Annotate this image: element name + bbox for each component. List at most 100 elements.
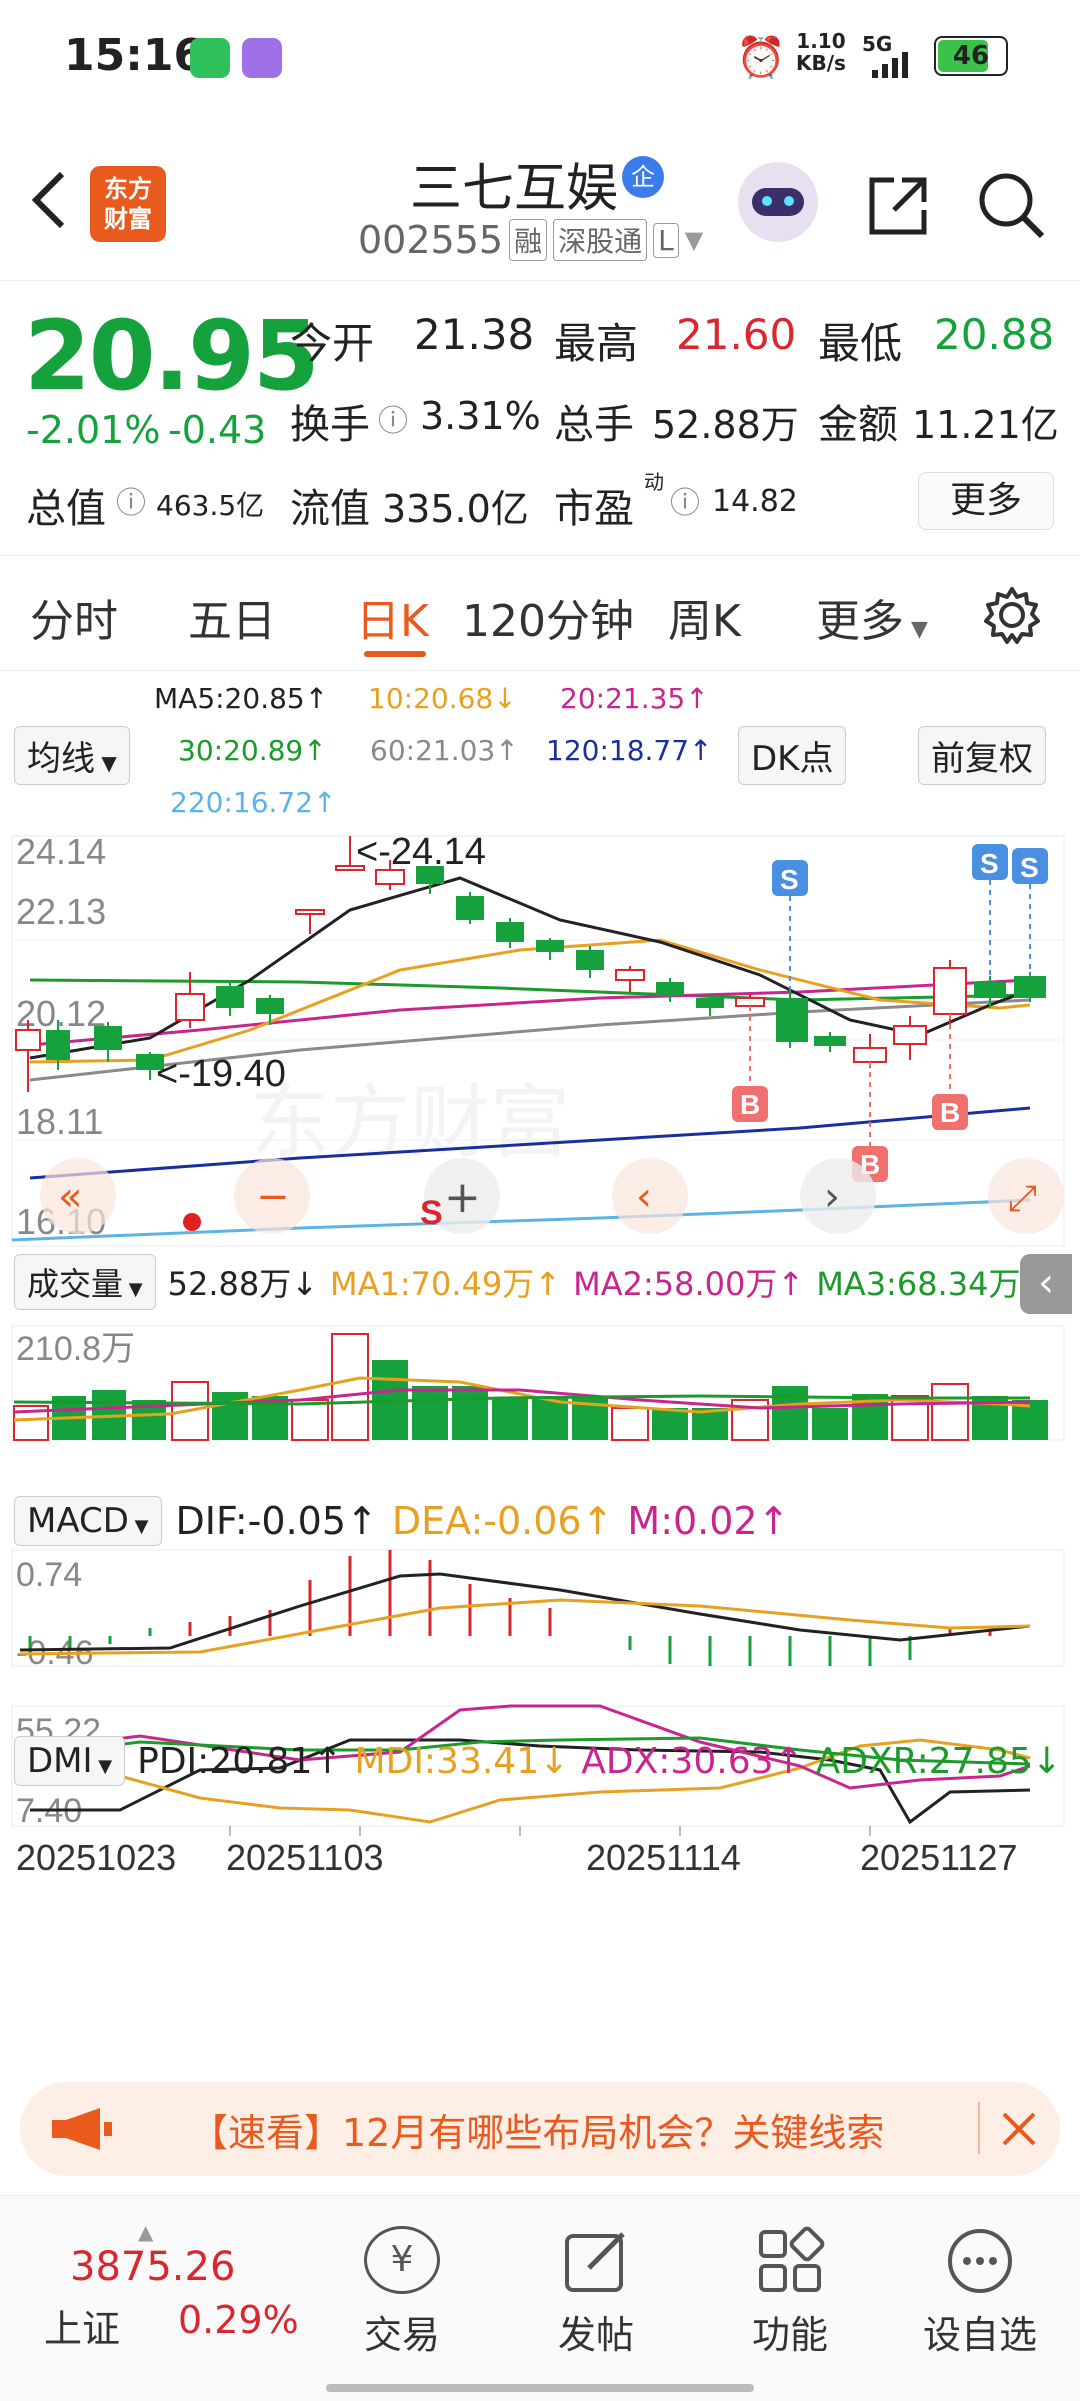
forward-adjust-button[interactable]: 前复权 (918, 726, 1046, 785)
macd-y-top: 0.74 (16, 1556, 82, 1594)
home-indicator (326, 2384, 754, 2392)
open-label: 今开 (290, 319, 375, 368)
x-axis-ticks (229, 1826, 871, 1836)
y-label-top: 24.14 (16, 831, 106, 872)
mcap-label: 总值 (26, 486, 106, 532)
mcap-value: 463.5亿 (156, 489, 265, 522)
promo-banner[interactable]: 【速看】12月有哪些布局机会？关键线索 (20, 2082, 1060, 2176)
share-icon[interactable] (864, 172, 932, 240)
float-value: 335.0亿 (382, 487, 529, 531)
more-dots-icon (948, 2229, 1012, 2293)
high-label: 最高 (554, 319, 639, 368)
kline-chart-area[interactable]: 东方财富 24.14 22.13 20.12 18.11 16.10 (0, 830, 1080, 2050)
low-annotation: <-19.40 (156, 1053, 286, 1095)
scroll-right-icon: › (824, 1174, 840, 1220)
ma-selector[interactable]: 均线 ▼ (14, 726, 130, 785)
zoom-in-icon: + (444, 1172, 481, 1223)
x-label-3: 20251114 (586, 1837, 741, 1878)
watermark: 东方财富 (250, 1078, 570, 1167)
index-name[interactable]: 上证 (44, 2298, 120, 2353)
connect-tag: 深股通 (553, 219, 648, 261)
fullscreen-icon: ⤢ (1008, 1178, 1037, 1219)
sell-marker-label: S (1020, 852, 1039, 883)
index-value[interactable]: 3875.26 (70, 2244, 235, 2290)
nav-add-watchlist[interactable]: 设自选 (900, 2226, 1060, 2359)
nav-functions[interactable]: 功能 (710, 2226, 870, 2359)
current-price: 20.95 (24, 300, 320, 412)
tab-weekly-k[interactable]: 周K (668, 585, 741, 649)
nav-post[interactable]: 发帖 (516, 2226, 676, 2359)
volume-value: 52.88万 (652, 403, 799, 447)
macd-selector[interactable]: MACD ▼ (14, 1496, 162, 1546)
back-arrow-icon[interactable] (28, 170, 68, 230)
amount-value: 11.21亿 (912, 403, 1059, 447)
banner-divider (978, 2102, 980, 2154)
info-icon[interactable]: ⓘ (670, 478, 700, 522)
zoom-out-icon: − (256, 1174, 290, 1220)
collapse-panel-icon[interactable]: ‹ (1020, 1254, 1072, 1314)
settings-gear-icon[interactable] (980, 583, 1044, 647)
dmi-adx: ADX:30.63↑ (581, 1740, 804, 1782)
tab-daily-k[interactable]: 日K (356, 585, 429, 649)
ma220-value: 220:16.72↑ (170, 786, 337, 819)
ma5-value: MA5:20.85↑ (154, 682, 329, 715)
index-change[interactable]: 0.29% (178, 2298, 299, 2342)
volume-selector[interactable]: 成交量 ▼ (14, 1254, 156, 1310)
pe-value: 14.82 (712, 484, 798, 519)
close-icon[interactable] (1000, 2110, 1038, 2148)
dk-point-button[interactable]: DK点 (738, 726, 847, 785)
chevron-down-icon: ▼ (128, 1516, 149, 1537)
ma30-value: 30:20.89↑ (178, 734, 327, 767)
volume-ma1: MA1:70.49万↑ (330, 1265, 562, 1303)
macd-dif-line (19, 1572, 1031, 1652)
macd-dif: DIF:-0.05↑ (175, 1499, 378, 1543)
stock-header: 东方 财富 三七互娱 企 002555 融 深股通 L ▼ (0, 110, 1080, 281)
ma-legend: 均线 ▼ MA5:20.85↑ 10:20.68↓ 20:21.35↑ 30:2… (0, 670, 1080, 830)
tab-five-day[interactable]: 五日 (188, 585, 276, 649)
alarm-icon: ⏰ (736, 35, 786, 81)
nav-trade[interactable]: ¥ 交易 (322, 2226, 482, 2359)
search-icon[interactable] (976, 170, 1046, 240)
amount-label: 金额 (818, 402, 898, 448)
period-tabs: 分时 五日 日K 120分钟 周K 更多 ▼ (0, 555, 1080, 671)
megaphone-icon (52, 2108, 112, 2150)
volume-bars (13, 1333, 1048, 1441)
stock-code: 002555 (358, 218, 504, 262)
open-value: 21.38 (414, 310, 535, 359)
turnover-value: 3.31% (420, 394, 541, 438)
volume-current: 52.88万↓ (167, 1265, 319, 1303)
chevron-down-icon: ▼ (92, 1756, 113, 1777)
macd-legend: MACD ▼ DIF:-0.05↑ DEA:-0.06↑ M:0.02↑ (14, 1496, 789, 1546)
scroll-left-icon: ‹ (636, 1174, 652, 1220)
y-label-4: 18.11 (16, 1101, 103, 1142)
ma220-line (11, 1198, 1031, 1242)
tab-intraday[interactable]: 分时 (30, 585, 118, 649)
signal-icon (872, 52, 908, 78)
pe-label: 市盈 (554, 486, 634, 532)
sell-marker-label: S (420, 1194, 443, 1232)
margin-tag: 融 (509, 219, 548, 261)
x-label-2: 20251103 (226, 1837, 384, 1878)
pe-sup: 动 (644, 470, 664, 494)
expand-arrow-icon[interactable]: ▲ (138, 2220, 153, 2244)
functions-grid-icon (759, 2226, 825, 2292)
chevron-down-icon[interactable]: ▼ (685, 226, 703, 254)
robot-assistant-icon[interactable] (738, 162, 818, 242)
x-label-4: 20251127 (860, 1837, 1018, 1878)
turnover-label: 换手 (290, 402, 370, 448)
info-icon[interactable]: ⓘ (116, 478, 146, 522)
eastmoney-logo[interactable]: 东方 财富 (90, 166, 166, 242)
edit-post-icon (565, 2232, 625, 2292)
verified-badge: 企 (622, 156, 664, 198)
volume-ma2: MA2:58.00万↑ (573, 1265, 805, 1303)
tab-more[interactable]: 更多 ▼ (816, 585, 928, 649)
tab-active-indicator (364, 651, 426, 657)
info-icon[interactable]: ⓘ (378, 396, 408, 440)
sell-marker-label: S (780, 864, 799, 895)
chart-controls[interactable]: « − + ‹ › ⤢ S (40, 1158, 1064, 1234)
status-bar: 15:16 ⏰ 1.10 KB/s 5G 46 (0, 0, 1080, 110)
more-button[interactable]: 更多 (918, 472, 1054, 530)
dmi-selector[interactable]: DMI ▼ (14, 1736, 126, 1786)
tab-120min[interactable]: 120分钟 (462, 585, 634, 649)
buy-marker-label: B (940, 1097, 960, 1128)
